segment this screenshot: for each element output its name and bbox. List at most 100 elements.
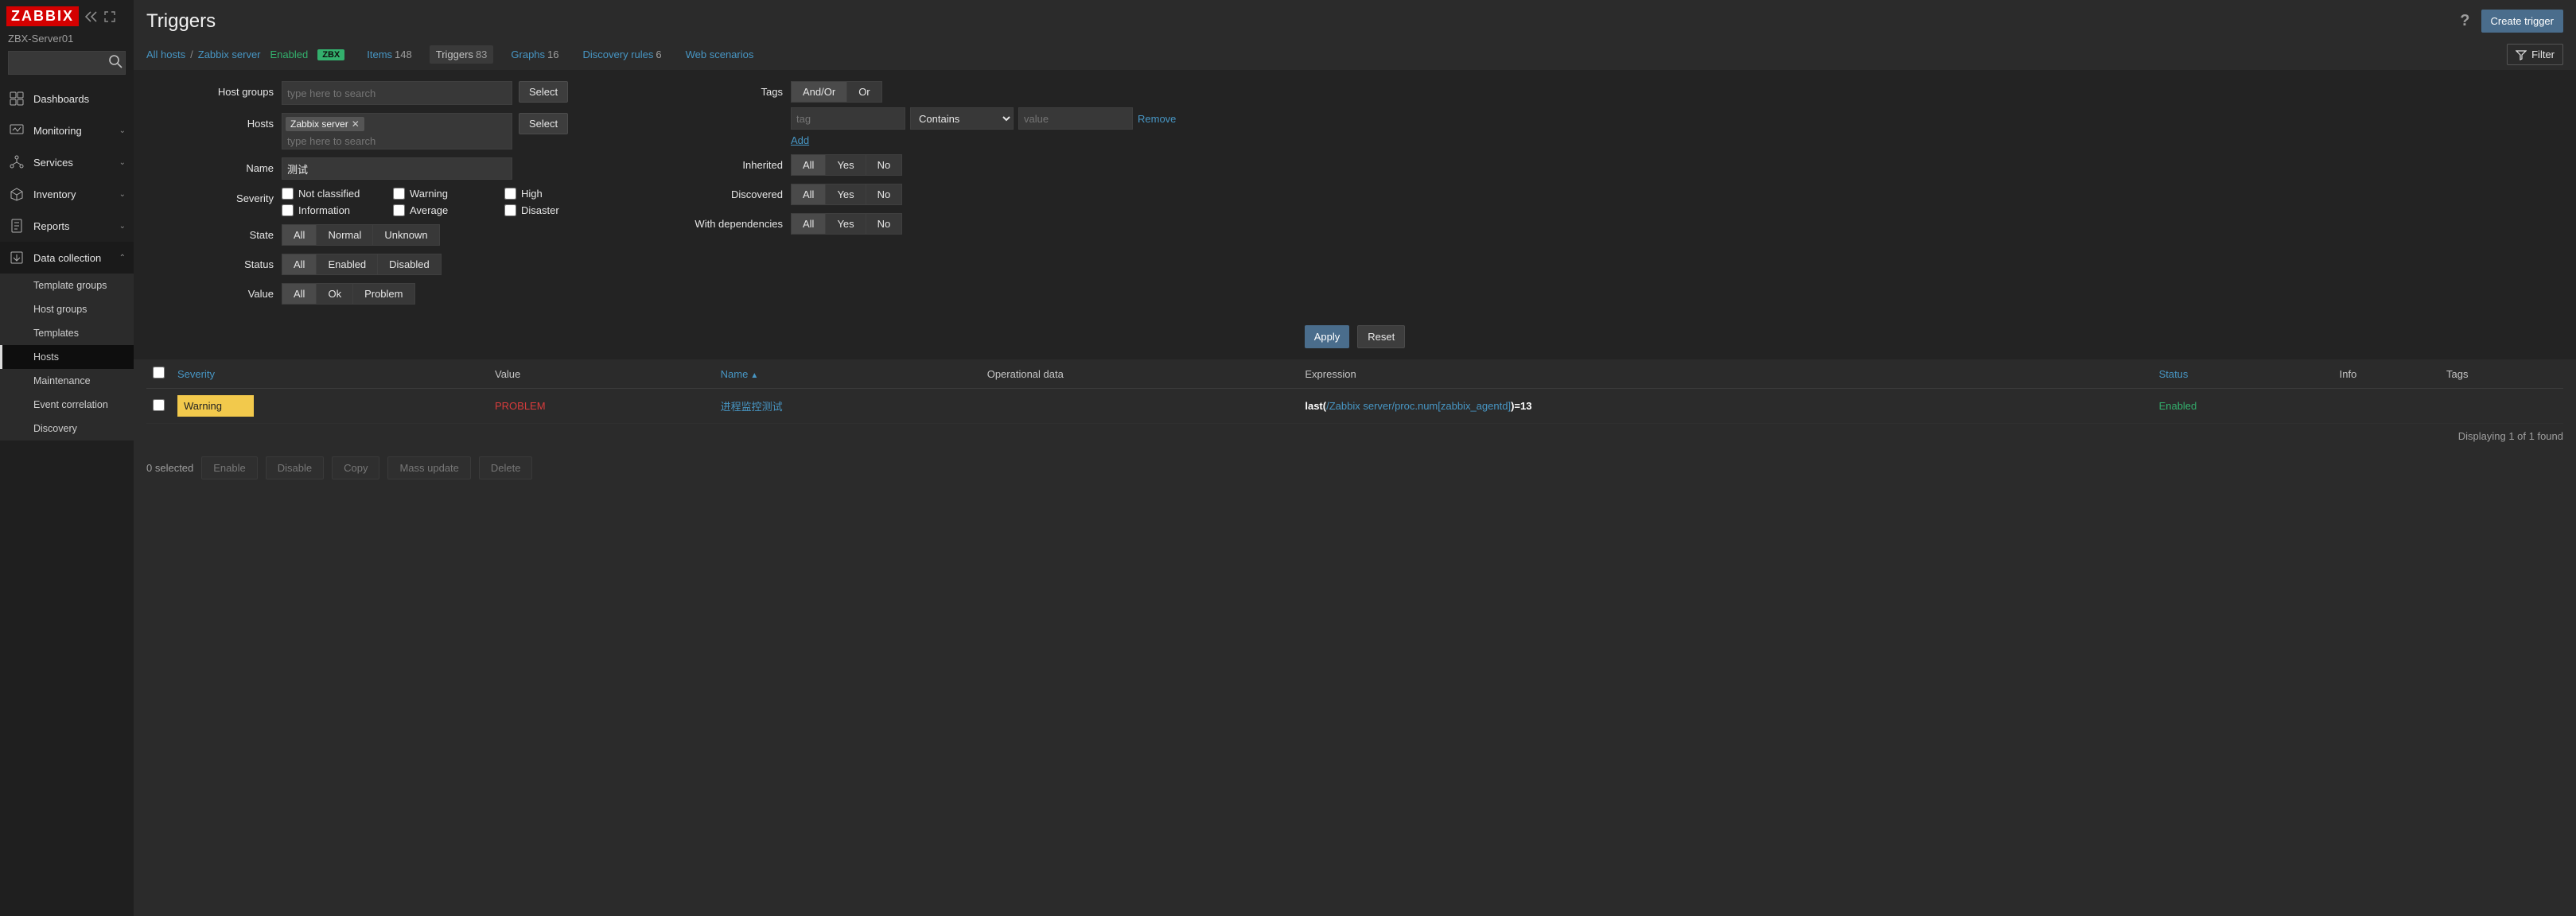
sidebar-item-reports[interactable]: Reports ⌄ [0,210,134,242]
sidebar-sub-event-correlation[interactable]: Event correlation [0,393,134,417]
sidebar-sub-maintenance[interactable]: Maintenance [0,369,134,393]
delete-button[interactable]: Delete [479,456,533,479]
tag-remove-link[interactable]: Remove [1138,113,1176,125]
breadcrumb-all-hosts[interactable]: All hosts [146,49,185,60]
sidebar-item-dashboards[interactable]: Dashboards [0,83,134,114]
sidebar-item-inventory[interactable]: Inventory ⌄ [0,178,134,210]
tag-add-link[interactable]: Add [791,134,809,146]
help-icon[interactable]: ? [2460,12,2469,30]
expr-link[interactable]: /Zabbix server/proc.num[zabbix_agentd] [1326,400,1511,412]
cb-high[interactable]: High [504,188,608,200]
label-state: State [146,224,274,241]
cb-average[interactable]: Average [393,204,496,216]
checkbox[interactable] [393,204,405,216]
triggers-table: Severity Value Name▲ Operational data Ex… [146,359,2563,424]
value-problem[interactable]: Problem [352,283,414,305]
filter-toggle[interactable]: Filter [2507,44,2563,65]
copy-button[interactable]: Copy [332,456,379,479]
sidebar-submenu: Template groups Host groups Templates Ho… [0,274,134,441]
tab-label: Graphs [511,49,545,60]
col-status[interactable]: Status [2153,359,2333,389]
tags-andor[interactable]: And/Or [791,81,847,103]
dashboard-icon [8,91,25,106]
sidebar-sub-hosts[interactable]: Hosts [0,345,134,369]
state-all[interactable]: All [282,224,317,246]
select-all-checkbox[interactable] [153,367,165,378]
brand-logo[interactable]: ZABBIX [6,6,79,26]
sidebar-sub-discovery[interactable]: Discovery [0,417,134,441]
search-icon[interactable] [108,54,123,68]
status-all[interactable]: All [282,254,317,275]
breadcrumb-host[interactable]: Zabbix server [198,49,261,60]
checkbox[interactable] [504,204,516,216]
discovered-yes[interactable]: Yes [825,184,866,205]
mass-update-button[interactable]: Mass update [387,456,470,479]
breadcrumb-status: Enabled [270,49,309,60]
hostgroups-select-button[interactable]: Select [519,81,568,103]
checkbox[interactable] [282,204,294,216]
inherited-no[interactable]: No [866,154,903,176]
tag-value-input[interactable] [1018,107,1133,130]
host-chip[interactable]: Zabbix server ✕ [286,117,364,131]
reset-button[interactable]: Reset [1357,325,1405,348]
sidebar-item-services[interactable]: Services ⌄ [0,146,134,178]
tab-graphs[interactable]: Graphs16 [504,45,565,64]
trigger-name-link[interactable]: 进程监控测试 [721,401,783,413]
hostgroups-input[interactable] [284,83,510,103]
cb-not-classified[interactable]: Not classified [282,188,385,200]
cb-label: Not classified [298,188,360,200]
apply-button[interactable]: Apply [1305,325,1350,348]
status-enabled[interactable]: Enabled [316,254,378,275]
state-unknown[interactable]: Unknown [372,224,439,246]
severity-badge: Warning [177,395,254,417]
expand-icon[interactable] [104,11,115,22]
withdeps-yes[interactable]: Yes [825,213,866,235]
status-link[interactable]: Enabled [2159,400,2197,412]
tab-triggers[interactable]: Triggers83 [430,45,494,64]
withdeps-all[interactable]: All [791,213,826,235]
cb-information[interactable]: Information [282,204,385,216]
collapse-sidebar-icon[interactable] [85,11,98,22]
discovered-no[interactable]: No [866,184,903,205]
hosts-input[interactable] [284,135,510,147]
hosts-select-button[interactable]: Select [519,113,568,134]
cb-disaster[interactable]: Disaster [504,204,608,216]
discovered-all[interactable]: All [791,184,826,205]
sidebar-sub-host-groups[interactable]: Host groups [0,297,134,321]
label-value: Value [146,283,274,300]
checkbox[interactable] [504,188,516,200]
value-all[interactable]: All [282,283,317,305]
col-name[interactable]: Name▲ [714,359,981,389]
status-disabled[interactable]: Disabled [377,254,442,275]
sidebar-sub-template-groups[interactable]: Template groups [0,274,134,297]
tag-operator-select[interactable]: Contains [910,107,1014,130]
value-ok[interactable]: Ok [316,283,353,305]
row-checkbox[interactable] [153,399,165,411]
sidebar-item-monitoring[interactable]: Monitoring ⌄ [0,114,134,146]
hosts-multiselect[interactable]: Zabbix server ✕ [282,113,512,149]
tags-or[interactable]: Or [846,81,881,103]
col-severity[interactable]: Severity [171,359,488,389]
breadcrumb-zbx-badge[interactable]: ZBX [317,49,344,60]
checkbox[interactable] [282,188,294,200]
host-chip-remove-icon[interactable]: ✕ [352,118,360,130]
sidebar-sub-templates[interactable]: Templates [0,321,134,345]
tag-name-input[interactable] [791,107,905,130]
sidebar-top: ZABBIX [0,0,134,29]
inherited-yes[interactable]: Yes [825,154,866,176]
withdeps-no[interactable]: No [866,213,903,235]
enable-button[interactable]: Enable [201,456,257,479]
state-normal[interactable]: Normal [316,224,373,246]
col-value: Value [488,359,714,389]
cb-warning[interactable]: Warning [393,188,496,200]
inherited-all[interactable]: All [791,154,826,176]
create-trigger-button[interactable]: Create trigger [2481,10,2563,33]
tab-discovery-rules[interactable]: Discovery rules6 [577,45,668,64]
sidebar-item-data-collection[interactable]: Data collection ⌃ [0,242,134,274]
checkbox[interactable] [393,188,405,200]
hostgroups-multiselect[interactable] [282,81,512,105]
disable-button[interactable]: Disable [266,456,324,479]
tab-web-scenarios[interactable]: Web scenarios [679,45,761,64]
name-input[interactable] [282,157,512,180]
tab-items[interactable]: Items148 [360,45,418,64]
